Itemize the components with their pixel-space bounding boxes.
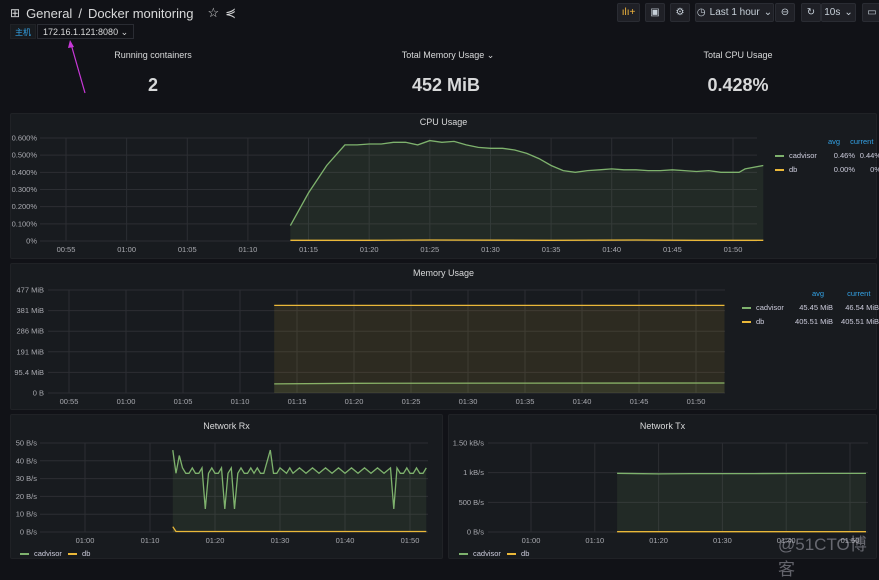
x-tick-label: 01:10 <box>141 536 160 545</box>
x-tick-label: 01:50 <box>724 245 743 254</box>
x-tick-label: 01:25 <box>420 245 439 254</box>
x-tick-label: 00:55 <box>57 245 76 254</box>
x-tick-label: 01:25 <box>402 397 421 406</box>
x-tick-label: 01:05 <box>174 397 193 406</box>
y-tick-label: 0.300% <box>12 185 38 194</box>
y-tick-label: 381 MiB <box>16 306 44 315</box>
y-tick-label: 0.500% <box>12 151 38 160</box>
x-tick-label: 01:00 <box>76 536 95 545</box>
y-tick-label: 50 B/s <box>16 439 38 448</box>
x-tick-label: 01:20 <box>206 536 225 545</box>
x-tick-label: 01:50 <box>401 536 420 545</box>
charts-layer: 0% 0.100% 0.200% 0.300% 0.400% 0.500% 0.600% 00… <box>0 0 879 559</box>
y-tick-label: 20 B/s <box>16 492 38 501</box>
x-tick-label: 01:45 <box>663 245 682 254</box>
y-tick-label: 0.200% <box>12 202 38 211</box>
x-tick-label: 01:20 <box>649 536 668 545</box>
y-tick-label: 0 B <box>33 389 44 398</box>
x-tick-label: 01:20 <box>345 397 364 406</box>
y-tick-label: 0 B/s <box>20 528 37 537</box>
x-tick-label: 01:10 <box>231 397 250 406</box>
x-tick-label: 01:05 <box>178 245 197 254</box>
y-tick-label: 40 B/s <box>16 456 38 465</box>
x-tick-label: 01:50 <box>687 397 706 406</box>
x-tick-label: 01:35 <box>542 245 561 254</box>
y-tick-label: 10 B/s <box>16 510 38 519</box>
y-tick-label: 0% <box>26 237 37 246</box>
series-area-db <box>274 305 724 393</box>
y-tick-label: 0.600% <box>12 134 38 143</box>
x-tick-label: 01:15 <box>288 397 307 406</box>
y-tick-label: 95.4 MiB <box>14 368 44 377</box>
x-tick-label: 01:30 <box>459 397 478 406</box>
y-tick-label: 0 B/s <box>467 528 484 537</box>
y-tick-label: 0.400% <box>12 168 38 177</box>
y-tick-label: 30 B/s <box>16 474 38 483</box>
y-tick-label: 191 MiB <box>16 347 44 356</box>
x-tick-label: 01:10 <box>239 245 258 254</box>
x-tick-label: 01:00 <box>117 245 136 254</box>
x-tick-label: 01:35 <box>516 397 535 406</box>
y-tick-label: 286 MiB <box>16 327 44 336</box>
y-tick-label: 1 kB/s <box>463 468 484 477</box>
x-tick-label: 01:15 <box>299 245 318 254</box>
x-tick-label: 01:30 <box>713 536 732 545</box>
x-tick-label: 01:30 <box>481 245 500 254</box>
series-line-cadvisor <box>617 473 866 474</box>
series-area-cadvisor <box>173 450 426 532</box>
x-tick-label: 01:10 <box>585 536 604 545</box>
x-tick-label: 01:00 <box>522 536 541 545</box>
y-tick-label: 1.50 kB/s <box>453 439 485 448</box>
x-tick-label: 00:55 <box>60 397 79 406</box>
x-tick-label: 01:45 <box>630 397 649 406</box>
y-tick-label: 500 B/s <box>459 498 485 507</box>
y-tick-label: 0.100% <box>12 219 38 228</box>
x-tick-label: 01:20 <box>360 245 379 254</box>
y-tick-label: 477 MiB <box>16 286 44 295</box>
x-tick-label: 01:40 <box>336 536 355 545</box>
x-tick-label: 01:00 <box>117 397 136 406</box>
watermark: @51CTO博客 <box>778 530 879 580</box>
x-tick-label: 01:40 <box>602 245 621 254</box>
x-tick-label: 01:40 <box>573 397 592 406</box>
x-tick-label: 01:30 <box>271 536 290 545</box>
series-area-cadvisor <box>617 473 866 532</box>
